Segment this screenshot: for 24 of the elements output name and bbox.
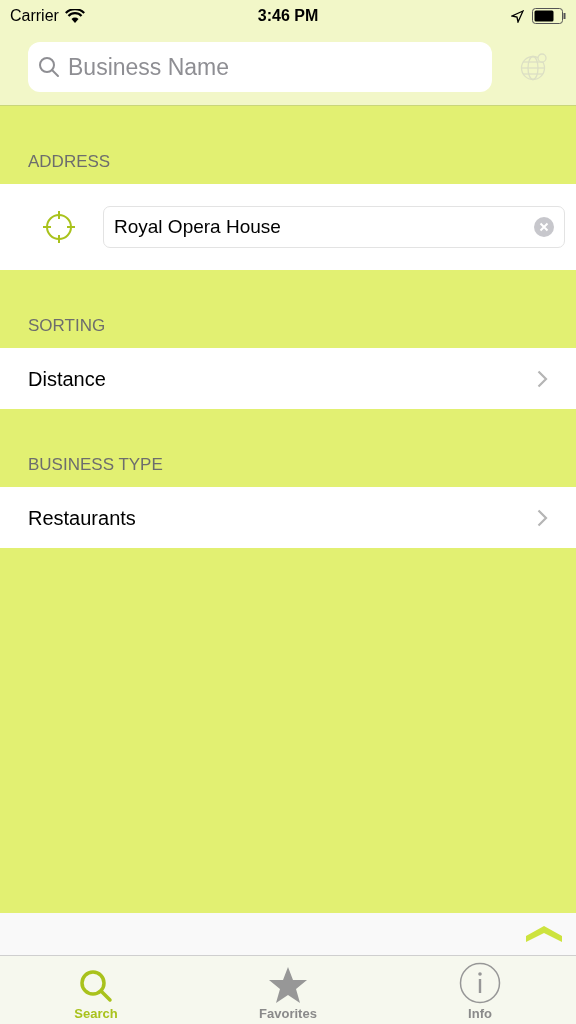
address-field[interactable]: Royal Opera House bbox=[103, 206, 565, 248]
section-header: SORTING bbox=[28, 314, 106, 337]
location-arrow-icon bbox=[511, 9, 524, 23]
crosshair-icon[interactable] bbox=[42, 210, 76, 244]
search-icon bbox=[38, 56, 60, 78]
chevron-right-icon bbox=[537, 508, 548, 527]
address-input[interactable]: Royal Opera House bbox=[114, 212, 534, 242]
search-icon bbox=[78, 968, 114, 1004]
clear-icon[interactable] bbox=[534, 217, 554, 237]
star-icon bbox=[268, 966, 308, 1004]
battery-icon bbox=[532, 8, 566, 24]
chevron-right-icon bbox=[537, 369, 548, 388]
info-icon bbox=[459, 962, 501, 1004]
disclosure-row[interactable]: Distance bbox=[0, 348, 576, 409]
search-input[interactable]: Business Name bbox=[68, 49, 482, 85]
search-field[interactable]: Business Name bbox=[28, 42, 492, 92]
status-time: 3:46 PM bbox=[257, 6, 319, 26]
disclosure-row[interactable]: Restaurants bbox=[0, 487, 576, 548]
section-header: BUSINESS TYPE bbox=[28, 453, 163, 476]
chevron-up-icon[interactable] bbox=[526, 926, 562, 942]
wifi-icon bbox=[64, 9, 85, 23]
section-header: ADDRESS bbox=[28, 150, 111, 173]
globe-icon[interactable] bbox=[520, 53, 548, 81]
carrier-label: Carrier bbox=[10, 6, 59, 26]
